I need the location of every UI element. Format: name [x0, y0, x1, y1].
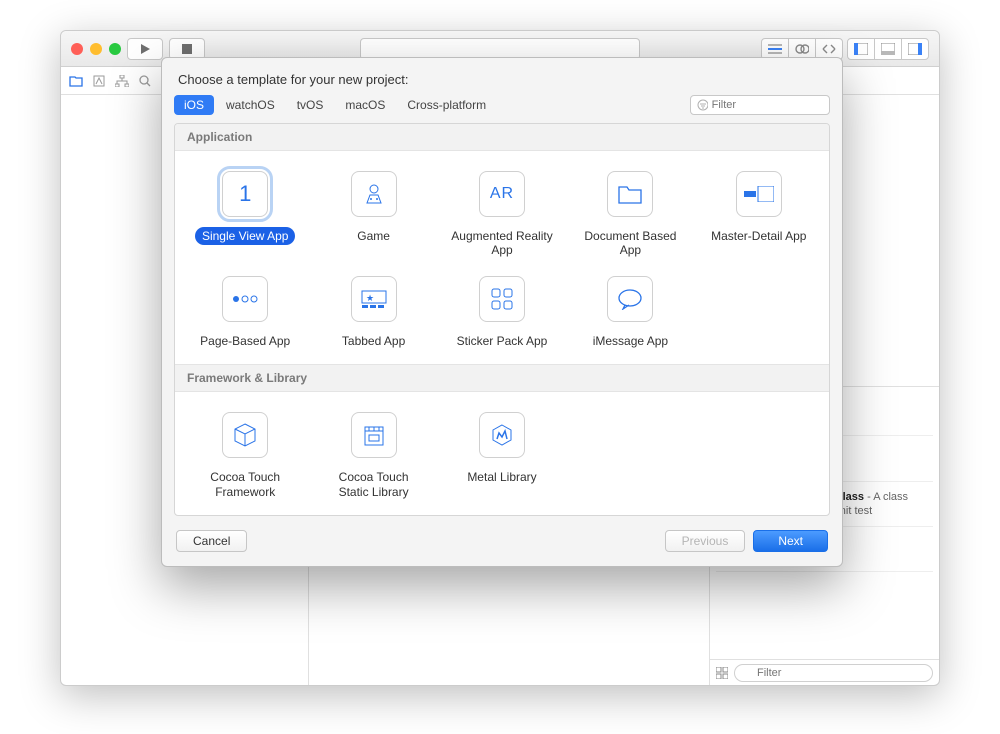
folder-icon: [617, 183, 643, 205]
template-filter-field[interactable]: [690, 95, 830, 115]
application-templates-grid: 1 Single View App Game AR Augmented Real…: [175, 151, 829, 364]
sheet-footer: Cancel Previous Next: [162, 516, 842, 552]
search-navigator-icon[interactable]: [139, 75, 151, 87]
cancel-button[interactable]: Cancel: [176, 530, 247, 552]
template-imessage-app[interactable]: iMessage App: [568, 272, 692, 354]
template-single-view-app[interactable]: 1 Single View App: [183, 167, 307, 264]
run-button[interactable]: [127, 38, 163, 60]
template-label: Tabbed App: [335, 332, 412, 350]
sheet-title: Choose a template for your new project:: [162, 58, 842, 95]
symbol-navigator-icon[interactable]: [93, 75, 105, 87]
section-header-application: Application: [175, 124, 829, 151]
previous-button[interactable]: Previous: [665, 530, 746, 552]
object-library-filter-input[interactable]: [734, 664, 933, 682]
template-label: Master-Detail App: [704, 227, 813, 245]
sticker-pack-icon: [490, 287, 514, 311]
toggle-debug-area-button[interactable]: [874, 38, 902, 60]
template-metal-library[interactable]: Metal Library: [440, 408, 564, 505]
template-label: Document Based App: [572, 227, 688, 260]
template-label: Metal Library: [460, 468, 543, 486]
template-cocoa-touch-static-library[interactable]: Cocoa Touch Static Library: [311, 408, 435, 505]
game-icon: [361, 181, 387, 207]
master-detail-icon: [744, 186, 774, 202]
toggle-inspector-button[interactable]: [901, 38, 929, 60]
framework-templates-grid: Cocoa Touch Framework Cocoa Touch Static…: [175, 392, 829, 515]
template-sticker-pack-app[interactable]: Sticker Pack App: [440, 272, 564, 354]
platform-tabs-row: iOS watchOS tvOS macOS Cross-platform: [162, 95, 842, 123]
template-tabbed-app[interactable]: ★ Tabbed App: [311, 272, 435, 354]
imessage-icon: [617, 288, 643, 310]
new-project-template-sheet: Choose a template for your new project: …: [161, 57, 843, 567]
platform-tab-crossplatform[interactable]: Cross-platform: [397, 95, 496, 115]
template-label: Sticker Pack App: [450, 332, 555, 350]
template-label: Game: [350, 227, 397, 245]
template-master-detail-app[interactable]: Master-Detail App: [697, 167, 821, 264]
toggle-navigator-button[interactable]: [847, 38, 875, 60]
minimize-window-button[interactable]: [90, 43, 102, 55]
section-header-framework: Framework & Library: [175, 364, 829, 392]
template-document-based-app[interactable]: Document Based App: [568, 167, 692, 264]
platform-tab-watchos[interactable]: watchOS: [216, 95, 285, 115]
template-list: Application 1 Single View App Game AR Au…: [174, 123, 830, 516]
filter-icon: [697, 99, 708, 111]
platform-tab-macos[interactable]: macOS: [335, 95, 395, 115]
next-button[interactable]: Next: [753, 530, 828, 552]
hierarchy-navigator-icon[interactable]: [115, 75, 129, 87]
template-cocoa-touch-framework[interactable]: Cocoa Touch Framework: [183, 408, 307, 505]
project-navigator-icon[interactable]: [69, 75, 83, 87]
template-filter-input[interactable]: [712, 99, 823, 111]
traffic-lights[interactable]: [71, 43, 121, 55]
grid-view-icon[interactable]: [716, 667, 728, 679]
template-page-based-app[interactable]: Page-Based App: [183, 272, 307, 354]
template-label: Cocoa Touch Static Library: [315, 468, 431, 501]
platform-tab-tvos[interactable]: tvOS: [287, 95, 334, 115]
framework-icon: [232, 422, 258, 448]
metal-icon: [491, 424, 513, 446]
template-label: Augmented Reality App: [444, 227, 560, 260]
object-library-filter-bar: [710, 659, 939, 685]
static-library-icon: [361, 423, 387, 447]
template-augmented-reality-app[interactable]: AR Augmented Reality App: [440, 167, 564, 264]
svg-text:★: ★: [366, 293, 374, 303]
maximize-window-button[interactable]: [109, 43, 121, 55]
template-game[interactable]: Game: [311, 167, 435, 264]
template-label: Cocoa Touch Framework: [187, 468, 303, 501]
template-label: Single View App: [195, 227, 296, 245]
template-label: iMessage App: [586, 332, 675, 350]
xcode-window: ? ction ass - A Cocoa: [60, 30, 940, 686]
tabbed-icon: ★: [360, 289, 388, 309]
close-window-button[interactable]: [71, 43, 83, 55]
template-label: Page-Based App: [193, 332, 297, 350]
platform-tab-ios[interactable]: iOS: [174, 95, 214, 115]
ar-icon: AR: [490, 185, 514, 203]
single-view-icon: 1: [239, 181, 251, 207]
page-based-icon: [231, 294, 259, 304]
